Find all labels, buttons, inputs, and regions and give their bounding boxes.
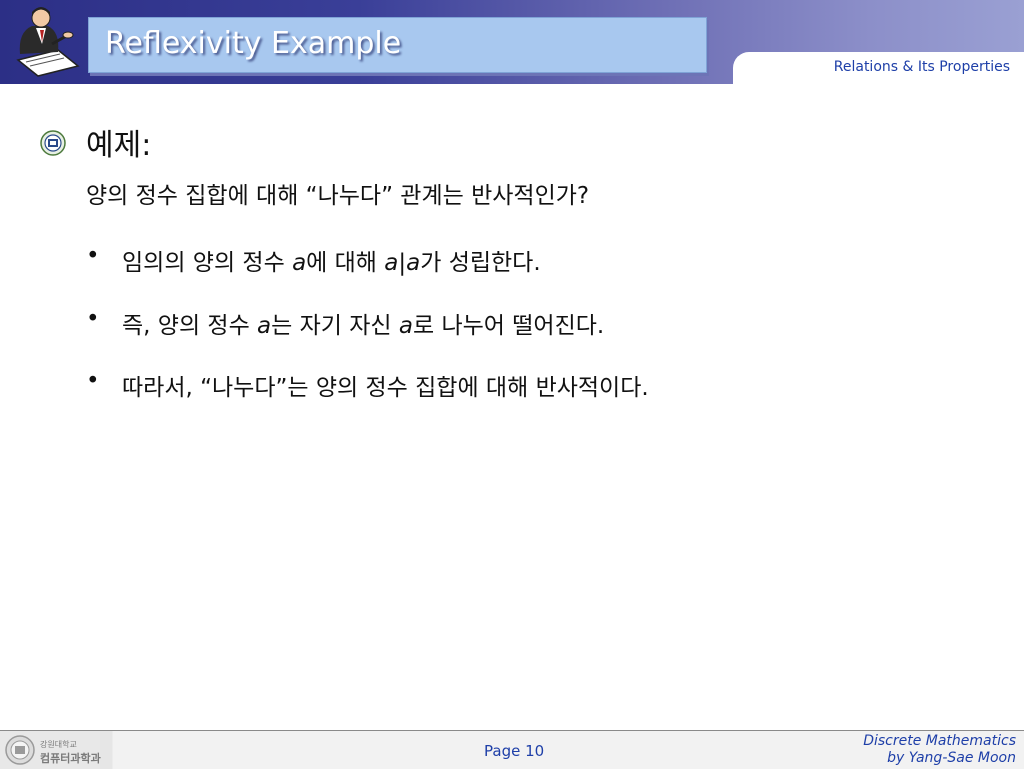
credit-line2: by Yang-Sae Moon [887,750,1016,766]
course-credit: Discrete Mathematics by Yang-Sae Moon [863,733,1016,767]
example-question: 양의 정수 집합에 대해 “나누다” 관계는 반사적인가? [86,183,590,209]
slide-content: 예제: 양의 정수 집합에 대해 “나누다” 관계는 반사적인가? • 임의의 … [0,0,1024,730]
example-heading: 예제: [86,128,152,163]
footer-department: 강원대학교 컴퓨터과학과 [0,731,101,769]
footer-dept-line2: 컴퓨터과학과 [40,752,101,765]
university-seal-icon [40,130,66,156]
slide-footer: 강원대학교 컴퓨터과학과 Page 10 Discrete Mathematic… [0,730,1024,769]
bullet-text: 따라서, “나누다”는 양의 정수 집합에 대해 반사적이다. [122,375,649,401]
bullet-dot: • [86,243,100,269]
university-seal-icon [5,735,35,765]
page-number: Page 10 [484,742,545,760]
bullet-text: 임의의 양의 정수 a에 대해 a|a가 성립한다. [122,250,541,276]
footer-dept-line1: 강원대학교 [40,740,77,749]
credit-line1: Discrete Mathematics [863,733,1016,749]
bullet-dot: • [86,368,100,394]
bullet-dot: • [86,306,100,332]
bullet-text: 즉, 양의 정수 a는 자기 자신 a로 나누어 떨어진다. [122,313,605,339]
